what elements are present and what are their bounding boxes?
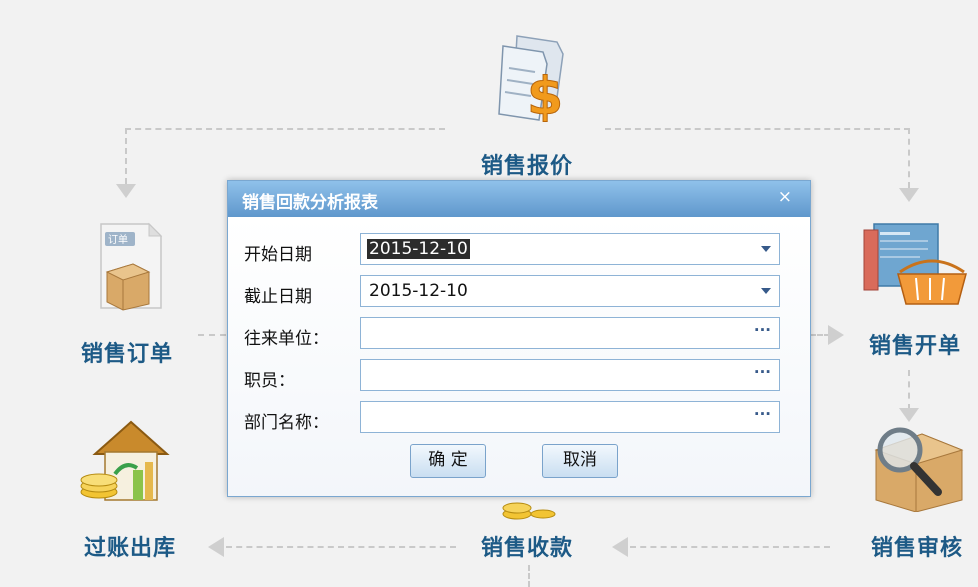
end-date-label: 截止日期 bbox=[244, 287, 312, 307]
flow-line-bottom-right bbox=[630, 546, 830, 548]
invoice-basket-icon bbox=[860, 220, 970, 312]
module-label-sales-order: 销售订单 bbox=[80, 342, 173, 367]
employee-label: 职员： bbox=[244, 371, 295, 391]
module-sales-invoice[interactable]: 销售开单 bbox=[852, 220, 978, 360]
partner-field[interactable]: ··· bbox=[360, 317, 780, 349]
chevron-down-icon[interactable] bbox=[761, 288, 771, 294]
house-coins-icon bbox=[75, 416, 185, 508]
end-date-value: 2015-12-10 bbox=[369, 281, 468, 301]
arrow-down-to-order bbox=[116, 184, 136, 198]
ok-button[interactable]: 确 定 bbox=[410, 444, 486, 478]
ellipsis-icon[interactable]: ··· bbox=[754, 363, 771, 381]
module-label-sales-quote: 销售报价 bbox=[480, 154, 573, 179]
dialog-body: 开始日期 2015-12-10 截止日期 2015-12-10 往来单位： ··… bbox=[228, 217, 810, 496]
flow-line-mid-left bbox=[198, 334, 226, 336]
form-row-end-date: 截止日期 2015-12-10 bbox=[228, 275, 810, 309]
form-row-actions: 确 定 取消 bbox=[228, 444, 810, 478]
flow-line-mid-right bbox=[810, 334, 830, 336]
ellipsis-icon[interactable]: ··· bbox=[754, 321, 771, 339]
start-date-value: 2015-12-10 bbox=[367, 239, 470, 259]
order-box-icon: 订单 bbox=[87, 222, 167, 312]
employee-field[interactable]: ··· bbox=[360, 359, 780, 391]
form-row-start-date: 开始日期 2015-12-10 bbox=[228, 233, 810, 267]
form-row-employee: 职员： ··· bbox=[228, 359, 810, 393]
close-icon[interactable]: × bbox=[778, 187, 792, 207]
module-label-sales-invoice: 销售开单 bbox=[868, 334, 961, 359]
report-dialog: 销售回款分析报表 × 开始日期 2015-12-10 截止日期 2015-12-… bbox=[227, 180, 811, 497]
flow-line-top-left-down bbox=[125, 128, 127, 184]
flow-line-bottom-down bbox=[528, 565, 530, 587]
module-sales-audit[interactable]: 销售审核 bbox=[856, 420, 978, 562]
department-field[interactable]: ··· bbox=[360, 401, 780, 433]
dialog-header[interactable]: 销售回款分析报表 × bbox=[228, 181, 810, 218]
arrow-down-to-invoice bbox=[899, 188, 919, 202]
quote-document-icon: $ bbox=[477, 32, 577, 132]
module-label-sales-receipt: 销售收款 bbox=[480, 536, 573, 561]
flow-line-top-left bbox=[125, 128, 445, 130]
order-doc-tag: 订单 bbox=[108, 234, 128, 246]
start-date-field[interactable]: 2015-12-10 bbox=[360, 233, 780, 265]
chevron-down-icon[interactable] bbox=[761, 246, 771, 252]
module-sales-quote[interactable]: $ 销售报价 bbox=[462, 32, 592, 180]
cancel-button[interactable]: 取消 bbox=[542, 444, 618, 478]
module-posting-outbound[interactable]: 过账出库 bbox=[60, 416, 200, 562]
form-row-department: 部门名称： ··· bbox=[228, 401, 810, 435]
dialog-title: 销售回款分析报表 bbox=[242, 193, 378, 213]
department-label: 部门名称： bbox=[244, 413, 329, 433]
svg-text:$: $ bbox=[527, 67, 563, 127]
module-sales-order[interactable]: 订单 销售订单 bbox=[62, 222, 192, 368]
end-date-field[interactable]: 2015-12-10 bbox=[360, 275, 780, 307]
start-date-label: 开始日期 bbox=[244, 245, 312, 265]
ellipsis-icon[interactable]: ··· bbox=[754, 405, 771, 423]
module-sales-receipt[interactable]: 销售收款 bbox=[462, 490, 592, 562]
module-label-sales-audit: 销售审核 bbox=[870, 536, 963, 561]
partner-label: 往来单位： bbox=[244, 329, 329, 349]
flow-line-right-down bbox=[908, 370, 910, 410]
box-magnifier-icon bbox=[862, 420, 972, 513]
flow-line-bottom-left bbox=[226, 546, 456, 548]
flow-line-top-right-down bbox=[908, 128, 910, 188]
form-row-partner: 往来单位： ··· bbox=[228, 317, 810, 351]
module-label-posting-outbound: 过账出库 bbox=[83, 536, 176, 561]
arrow-right-to-invoice bbox=[828, 325, 844, 345]
arrow-left-to-posting bbox=[208, 537, 224, 557]
flow-line-top-right bbox=[605, 128, 910, 130]
arrow-left-to-receipt bbox=[612, 537, 628, 557]
